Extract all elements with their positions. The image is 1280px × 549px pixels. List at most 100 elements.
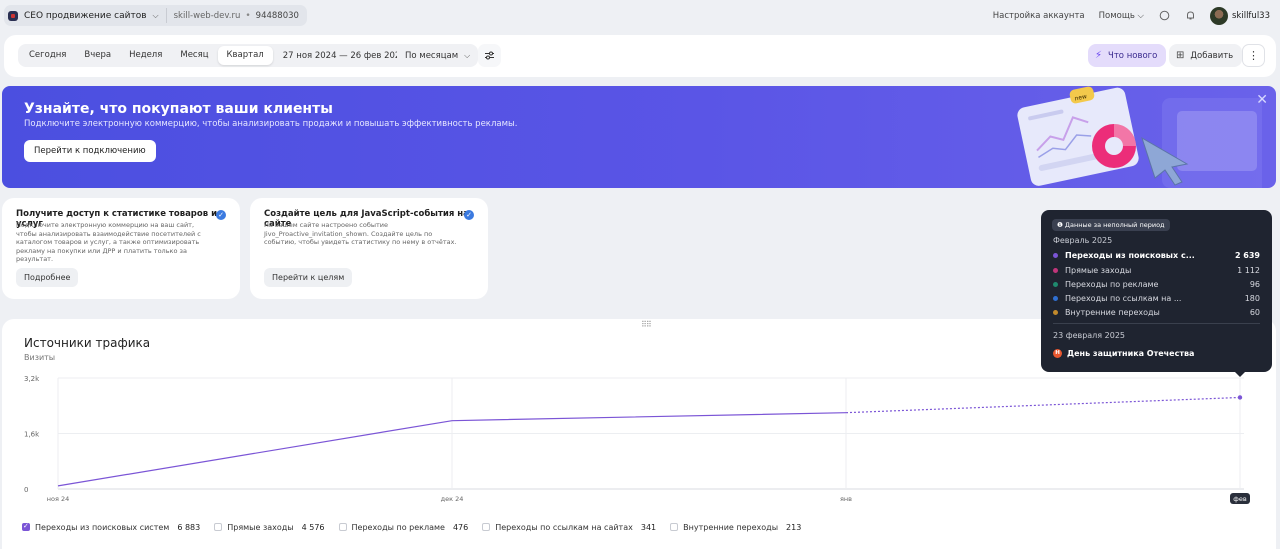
top-right-menu: Настройка аккаунта Помощь ⌵ skillful33 [993,5,1270,26]
y-tick-label: 0 [24,486,28,494]
whats-new-button[interactable]: ⚡ Что нового [1088,44,1167,67]
more-menu-button[interactable]: ⋮ [1242,44,1265,67]
account-settings-link[interactable]: Настройка аккаунта [993,11,1085,21]
check-circle-icon: ✓ [216,210,226,220]
period-today[interactable]: Сегодня [20,46,75,65]
divider [1053,323,1260,324]
tooltip-row-value: 1 112 [1237,266,1260,275]
legend-item-direct[interactable]: Прямые заходы 4 576 [214,523,325,532]
check-circle-icon: ✓ [464,210,474,220]
banner-title: Узнайте, что покупают ваши клиенты [24,101,333,117]
legend-label: Переходы из поисковых систем [35,522,170,532]
counter-domain: skill-web-dev.ru [173,10,241,21]
chat-icon[interactable] [1158,10,1170,22]
tooltip-row-value: 2 639 [1234,251,1260,260]
chevron-down-icon: ⌵ [464,50,471,60]
chart-title: Источники трафика [24,336,151,350]
holiday-row: Н День защитника Отечества [1053,349,1194,358]
bell-icon[interactable] [1184,10,1196,22]
whats-new-label: Что нового [1108,50,1158,61]
card-description: На вашем сайте настроено событие Jivo_Pr… [264,221,457,246]
add-label: Добавить [1190,50,1234,61]
checkbox-icon [482,523,491,531]
card-description: Подключите электронную коммерцию на ваш … [16,221,201,263]
x-tick-label: дек 24 [441,495,464,503]
counter-logo-icon [8,10,18,21]
tooltip-row: Прямые заходы 1 112 [1053,266,1260,275]
incomplete-period-badge: ❶ Данные за неполный период [1052,219,1170,231]
checkbox-icon [338,523,347,531]
traffic-line-chart[interactable]: 0 1,6k 3,2k ноя 24 дек 24 янв фев [2,364,1276,514]
tooltip-month: Февраль 2025 [1053,236,1113,245]
chart-subtitle: Визиты [24,353,56,362]
period-month[interactable]: Месяц [171,46,217,65]
series-dot-icon [1053,296,1058,301]
js-goal-card: Создайте цель для JavaScript-события на … [250,198,488,299]
holiday-date: 23 февраля 2025 [1053,331,1126,340]
banner-illustration: new [1017,86,1262,188]
tooltip-row-label: Переходы из поисковых с... [1065,251,1195,260]
period-selector: Сегодня Вчера Неделя Месяц Квартал 27 но… [18,44,428,67]
tooltip-row: Переходы из поисковых с... 2 639 [1053,251,1260,260]
legend-total: 476 [452,522,469,532]
counter-selector[interactable]: СЕО продвижение сайтов ⌵ skill-web-dev.r… [4,5,307,26]
legend-label: Переходы по рекламе [351,522,445,532]
add-widget-icon: ⊞ [1176,50,1185,61]
grouping-select[interactable]: По месяцам ⌵ [397,44,479,67]
period-yesterday[interactable]: Вчера [75,46,120,65]
checkbox-checked-icon [22,522,30,531]
sliders-icon [485,51,494,60]
data-point [1237,395,1243,400]
period-quarter[interactable]: Квартал [217,46,273,65]
legend-total: 341 [640,522,657,532]
legend-item-links[interactable]: Переходы по ссылкам на сайтах 341 [482,523,656,532]
tooltip-row-label: Переходы по ссылкам на ... [1065,294,1182,303]
tooltip-row-label: Внутренние переходы [1065,308,1160,317]
legend-label: Внутренние переходы [683,522,779,532]
period-week[interactable]: Неделя [120,46,171,65]
legend-total: 213 [786,522,802,532]
learn-more-button[interactable]: Подробнее [16,268,79,287]
banner-subtitle: Подключите электронную коммерцию, чтобы … [24,119,518,129]
date-range-label: 27 ноя 2024 — 26 фев 2025 [282,50,406,61]
incomplete-period-label: Данные за неполный период [1064,221,1165,229]
legend-item-search[interactable]: Переходы из поисковых систем 6 883 [22,522,201,532]
y-tick-label: 1,6k [24,431,40,439]
legend-label: Переходы по ссылкам на сайтах [495,522,633,532]
help-menu[interactable]: Помощь ⌵ [1099,11,1144,21]
tooltip-row-label: Переходы по рекламе [1065,280,1159,289]
tooltip-row: Переходы по ссылкам на ... 180 [1053,294,1260,303]
divider [165,8,167,23]
filter-settings-button[interactable] [478,44,501,67]
grouping-label: По месяцам [405,50,459,61]
legend-item-ads[interactable]: Переходы по рекламе 476 [338,522,469,532]
series-line-partial [845,396,1241,414]
tooltip-row-value: 60 [1249,308,1260,317]
tooltip-row-value: 96 [1249,280,1260,289]
checkbox-icon [670,523,679,531]
tooltip-row-value: 180 [1244,294,1260,303]
counter-id: 94488030 [255,10,299,21]
report-toolbar: Сегодня Вчера Неделя Месяц Квартал 27 но… [4,35,1276,77]
checkbox-icon [214,523,223,531]
close-icon[interactable]: ✕ [1256,92,1268,108]
tooltip-row-label: Прямые заходы [1065,266,1132,275]
series-dot-icon [1053,268,1058,273]
go-to-goals-button[interactable]: Перейти к целям [264,268,353,287]
ecommerce-access-card: Получите доступ к статистике товаров и у… [2,198,240,299]
counter-name: СЕО продвижение сайтов [24,10,147,21]
chart-tooltip: ❶ Данные за неполный период Февраль 2025… [1041,210,1272,377]
user-menu[interactable]: skillful33 [1210,6,1270,25]
chevron-down-icon: ⌵ [152,10,159,20]
drag-handle-icon[interactable]: ⠿⠿ [641,320,652,329]
x-tick-label: ноя 24 [47,495,69,503]
legend-item-internal[interactable]: Внутренние переходы 213 [670,523,801,532]
add-button[interactable]: ⊞ Добавить [1169,44,1243,67]
tooltip-row: Переходы по рекламе 96 [1053,280,1260,289]
more-vertical-icon: ⋮ [1248,49,1259,62]
connect-ecommerce-button[interactable]: Перейти к подключению [24,140,156,162]
bullet-separator: • [245,10,251,21]
x-tick-label: фев [1233,495,1247,503]
legend-total: 6 883 [177,522,201,532]
username: skillful33 [1232,10,1270,21]
